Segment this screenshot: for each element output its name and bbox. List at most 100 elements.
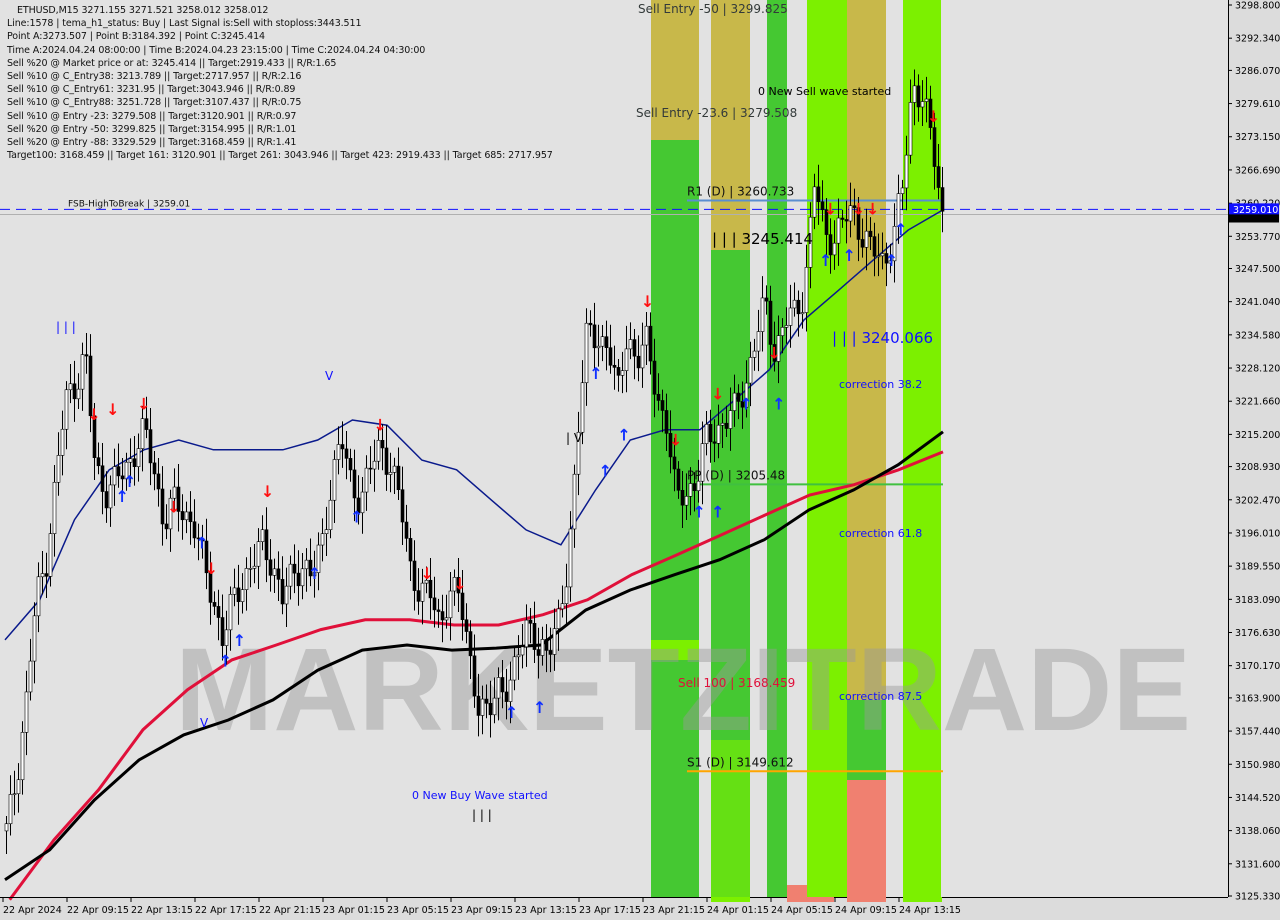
buy-arrow-icon: ↑: [772, 395, 785, 414]
chart-annotation: correction 87.5: [839, 690, 922, 703]
signal-zone-block: [847, 780, 886, 897]
candle-body: [212, 602, 217, 607]
level-label: R1 (D) | 3260.733: [687, 185, 794, 199]
chart-annotation: V: [325, 369, 334, 383]
candle-body: [936, 166, 941, 188]
candle-body: [728, 410, 733, 429]
chart-annotation: Sell 100 | 3168.459: [678, 676, 795, 690]
candle-body: [536, 649, 541, 656]
candle-body: [768, 300, 773, 345]
candle-body: [700, 443, 705, 482]
candle-body: [608, 347, 613, 366]
candle-body: [160, 488, 165, 525]
time-axis[interactable]: 22 Apr 2024 22 Apr 09:15 22 Apr 13:15 22 Ap…: [2, 897, 961, 916]
buy-arrow-icon: ↑: [617, 426, 630, 445]
candle-body: [464, 619, 469, 632]
candle-body: [720, 422, 725, 426]
price-tick-label: 3241.040: [1235, 297, 1280, 308]
candle-body: [688, 483, 693, 497]
time-tick-label: 22 Apr 13:15: [131, 905, 193, 916]
candle-body: [672, 456, 677, 470]
candle-body: [692, 483, 697, 491]
candle-body: [580, 382, 585, 433]
info-line: Point A:3273.507 | Point B:3184.392 | Po…: [7, 31, 265, 43]
candle-body: [40, 573, 45, 578]
candle-body: [272, 568, 277, 576]
chart-annotation: | | |: [472, 808, 492, 822]
candle-body: [384, 447, 389, 475]
candle-body: [632, 339, 637, 357]
candle-body: [228, 594, 233, 631]
candle-body: [716, 424, 721, 444]
candle-body: [4, 823, 9, 832]
candle-body: [240, 589, 245, 602]
price-tick-label: 3170.170: [1235, 661, 1280, 672]
candle-body: [544, 639, 549, 651]
sell-arrow-icon: ↓: [373, 415, 386, 434]
candle-body: [68, 383, 73, 391]
candle-body: [476, 695, 481, 716]
price-axis[interactable]: 3298.800 3292.340 3286.070 3279.610 3273.150…: [1228, 1, 1280, 903]
candle-body: [436, 609, 441, 612]
sell-arrow-icon: ↓: [824, 200, 837, 219]
buy-arrow-icon: ↑: [533, 698, 546, 717]
candle-body: [24, 691, 29, 733]
chart-annotation: | | | 3240.066: [832, 329, 933, 347]
candle-body: [540, 639, 545, 656]
signal-zone-top: [847, 0, 886, 700]
candle-body: [500, 677, 505, 693]
candle-body: [528, 619, 533, 624]
candle-body: [584, 322, 589, 384]
candle-body: [80, 354, 85, 390]
candle-body: [516, 654, 521, 658]
chart-annotation: 0 New Sell wave started: [758, 85, 891, 98]
candle-body: [16, 779, 21, 795]
price-tick-label: 3279.610: [1235, 99, 1280, 110]
candle-body: [656, 393, 661, 401]
axis-zone-marker: [903, 897, 942, 902]
candle-body: [412, 560, 417, 591]
candle-body: [156, 473, 161, 490]
candle-body: [332, 459, 337, 501]
time-tick-label: 23 Apr 05:15: [387, 905, 449, 916]
candle-body: [344, 448, 349, 459]
candle-body: [860, 239, 865, 248]
candle-body: [624, 348, 629, 371]
time-tick-label: 23 Apr 13:15: [515, 905, 577, 916]
candle-body: [444, 617, 449, 621]
candle-body: [752, 350, 757, 358]
candle-body: [496, 677, 501, 699]
candle-body: [676, 468, 681, 491]
candle-body: [148, 429, 153, 464]
price-tick-label: 3221.660: [1235, 397, 1280, 408]
candle-body: [144, 418, 149, 430]
price-tick-label: 3253.770: [1235, 232, 1280, 243]
candle-body: [552, 628, 557, 655]
time-tick-label: 24 Apr 01:15: [707, 905, 769, 916]
candle-body: [504, 691, 509, 702]
candle-body: [900, 187, 905, 194]
candle-body: [908, 102, 913, 156]
candle-body: [376, 439, 381, 462]
candle-body: [44, 573, 49, 577]
level-label: FSB-HighToBreak | 3259.01: [68, 199, 190, 209]
price-tick-label: 3157.440: [1235, 727, 1280, 738]
buy-arrow-icon: ↑: [350, 508, 363, 527]
candle-body: [628, 339, 633, 350]
time-tick-label: 22 Apr 2024: [3, 905, 62, 916]
candle-body: [572, 473, 577, 530]
candle-body: [136, 448, 141, 467]
candle-body: [660, 400, 665, 411]
time-tick-label: 23 Apr 21:15: [643, 905, 705, 916]
sell-arrow-icon: ↓: [106, 400, 119, 419]
info-line: Sell %20 @ Market price or at: 3245.414 …: [7, 57, 337, 69]
price-tick-label: 3215.200: [1235, 430, 1280, 441]
candle-body: [876, 255, 881, 258]
candle-body: [276, 568, 281, 580]
buy-arrow-icon: ↑: [894, 220, 907, 239]
candle-body: [924, 98, 929, 102]
candle-body: [784, 325, 789, 328]
candle-body: [644, 325, 649, 346]
buy-arrow-icon: ↑: [711, 503, 724, 522]
candle-body: [56, 455, 61, 483]
